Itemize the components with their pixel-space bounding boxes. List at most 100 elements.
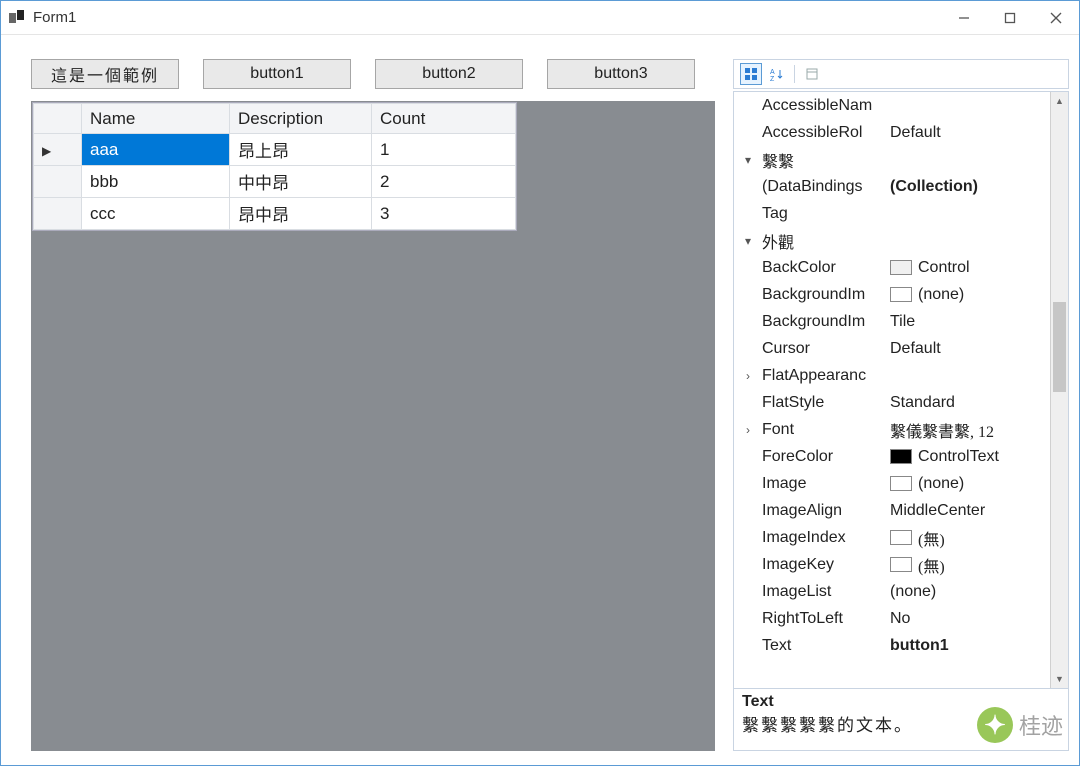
propgrid-row[interactable]: BackgroundIm(none) — [734, 281, 1050, 308]
expand-icon[interactable]: ▾ — [734, 153, 762, 167]
propgrid-row[interactable]: ImageList(none) — [734, 578, 1050, 605]
cell-count[interactable]: 2 — [372, 166, 516, 198]
cell-name[interactable]: bbb — [82, 166, 230, 198]
svg-text:Z: Z — [770, 76, 775, 81]
propgrid-row[interactable]: RightToLeftNo — [734, 605, 1050, 632]
prop-name: BackColor — [762, 259, 890, 277]
expand-icon[interactable]: ▾ — [734, 234, 762, 248]
prop-name: Cursor — [762, 340, 890, 358]
table-row[interactable]: bbb中中昂2 — [34, 166, 516, 198]
prop-name: BackgroundIm — [762, 313, 890, 331]
row-header[interactable] — [34, 166, 82, 198]
propgrid-list[interactable]: AccessibleNamAccessibleRolDefault▾繫繫(Dat… — [734, 92, 1050, 688]
prop-value[interactable]: (Collection) — [890, 178, 1050, 196]
expand-icon[interactable]: › — [734, 369, 762, 383]
property-pages-icon[interactable] — [801, 63, 823, 85]
datagrid-container: Name Description Count ▶aaa昂上昂1bbb中中昂2cc… — [31, 101, 715, 751]
maximize-button[interactable] — [987, 1, 1033, 34]
prop-name: Text — [762, 637, 890, 655]
button-3[interactable]: button3 — [547, 59, 695, 89]
propgrid-row[interactable]: ›Font繫儀繫書繫, 12 — [734, 416, 1050, 443]
prop-name: ImageList — [762, 583, 890, 601]
table-row[interactable]: ccc昂中昂3 — [34, 198, 516, 230]
propgrid-toolbar: AZ — [733, 59, 1069, 89]
rowheader-corner[interactable] — [34, 104, 82, 134]
cell-desc[interactable]: 中中昂 — [230, 166, 372, 198]
col-count[interactable]: Count — [372, 104, 516, 134]
propgrid-row[interactable]: ImageIndex(無) — [734, 524, 1050, 551]
categorized-icon[interactable] — [740, 63, 762, 85]
prop-name: Font — [762, 421, 890, 439]
prop-name: Tag — [762, 205, 890, 223]
cell-count[interactable]: 3 — [372, 198, 516, 230]
propgrid-row[interactable]: AccessibleRolDefault — [734, 119, 1050, 146]
prop-value[interactable]: (無) — [890, 553, 1050, 577]
prop-value[interactable]: Default — [890, 340, 1050, 358]
window-title: Form1 — [33, 9, 941, 26]
propgrid-scrollbar[interactable]: ▲ ▼ — [1050, 92, 1068, 688]
cell-name[interactable]: aaa — [82, 134, 230, 166]
prop-name: FlatStyle — [762, 394, 890, 412]
minimize-button[interactable] — [941, 1, 987, 34]
propgrid-row[interactable]: BackgroundImTile — [734, 308, 1050, 335]
prop-name: Image — [762, 475, 890, 493]
prop-value[interactable]: Default — [890, 124, 1050, 142]
table-row[interactable]: ▶aaa昂上昂1 — [34, 134, 516, 166]
propgrid-category[interactable]: ▾外觀 — [734, 227, 1050, 254]
propgrid-row[interactable]: (DataBindings(Collection) — [734, 173, 1050, 200]
prop-value[interactable]: Tile — [890, 313, 1050, 331]
prop-name: AccessibleRol — [762, 124, 890, 142]
prop-value[interactable]: (none) — [890, 583, 1050, 601]
prop-value[interactable]: Control — [890, 259, 1050, 277]
prop-value[interactable]: button1 — [890, 637, 1050, 655]
propgrid-row[interactable]: Image(none) — [734, 470, 1050, 497]
close-button[interactable] — [1033, 1, 1079, 34]
scroll-down-icon[interactable]: ▼ — [1051, 670, 1068, 688]
cell-name[interactable]: ccc — [82, 198, 230, 230]
propgrid-body: AccessibleNamAccessibleRolDefault▾繫繫(Dat… — [733, 91, 1069, 689]
expand-icon[interactable]: › — [734, 423, 762, 437]
datagrid[interactable]: Name Description Count ▶aaa昂上昂1bbb中中昂2cc… — [32, 102, 517, 231]
propgrid-category[interactable]: ▾繫繫 — [734, 146, 1050, 173]
propgrid-row[interactable]: Textbutton1 — [734, 632, 1050, 659]
alphabetical-icon[interactable]: AZ — [766, 63, 788, 85]
scroll-thumb[interactable] — [1053, 302, 1066, 392]
cell-count[interactable]: 1 — [372, 134, 516, 166]
propgrid-row[interactable]: ImageKey(無) — [734, 551, 1050, 578]
propgrid-row[interactable]: Tag — [734, 200, 1050, 227]
propgrid-row[interactable]: ›FlatAppearanc — [734, 362, 1050, 389]
prop-value[interactable]: (none) — [890, 475, 1050, 493]
propgrid-row[interactable]: CursorDefault — [734, 335, 1050, 362]
propgrid-row[interactable]: FlatStyleStandard — [734, 389, 1050, 416]
prop-name: 外觀 — [762, 229, 890, 253]
color-swatch — [890, 530, 912, 545]
prop-value[interactable]: 繫儀繫書繫, 12 — [890, 418, 1050, 442]
prop-name: ImageAlign — [762, 502, 890, 520]
color-swatch — [890, 557, 912, 572]
propgrid-row[interactable]: ImageAlignMiddleCenter — [734, 497, 1050, 524]
propgrid-row[interactable]: AccessibleNam — [734, 92, 1050, 119]
window-buttons — [941, 1, 1079, 34]
propgrid-row[interactable]: ForeColorControlText — [734, 443, 1050, 470]
col-name[interactable]: Name — [82, 104, 230, 134]
prop-value[interactable]: No — [890, 610, 1050, 628]
prop-value[interactable]: ControlText — [890, 448, 1050, 466]
cell-desc[interactable]: 昂上昂 — [230, 134, 372, 166]
prop-value[interactable]: (無) — [890, 526, 1050, 550]
scroll-up-icon[interactable]: ▲ — [1051, 92, 1068, 110]
desc-title: Text — [742, 693, 1060, 711]
row-header[interactable]: ▶ — [34, 134, 82, 166]
button-row: 這是一個範例 button1 button2 button3 — [31, 59, 715, 89]
row-header[interactable] — [34, 198, 82, 230]
button-1[interactable]: button1 — [203, 59, 351, 89]
propgrid-description: Text 繫繫繫繫繫的文本。 — [733, 689, 1069, 751]
prop-value[interactable]: (none) — [890, 286, 1050, 304]
propgrid-row[interactable]: BackColorControl — [734, 254, 1050, 281]
cell-desc[interactable]: 昂中昂 — [230, 198, 372, 230]
prop-value[interactable]: Standard — [890, 394, 1050, 412]
prop-value[interactable]: MiddleCenter — [890, 502, 1050, 520]
button-sample[interactable]: 這是一個範例 — [31, 59, 179, 89]
color-swatch — [890, 260, 912, 275]
button-2[interactable]: button2 — [375, 59, 523, 89]
col-desc[interactable]: Description — [230, 104, 372, 134]
